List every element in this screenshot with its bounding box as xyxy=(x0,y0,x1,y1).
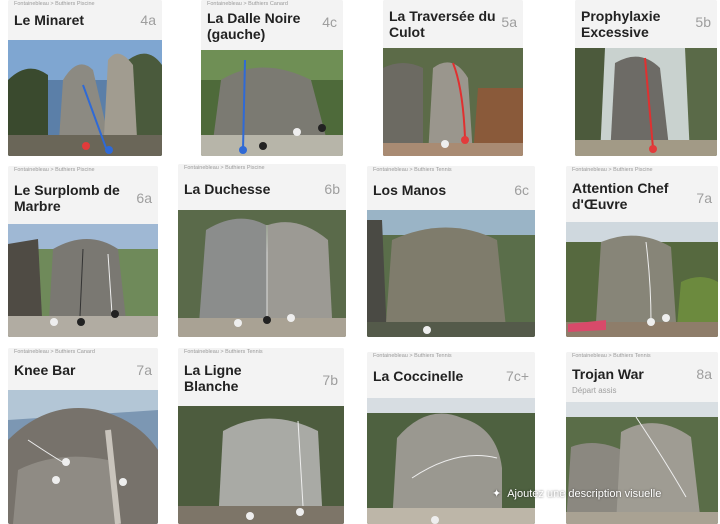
problem-title: Attention Chef d'Œuvre xyxy=(572,180,669,212)
boulder-card[interactable]: Fontainebleau > Buthiers Canard Knee Bar… xyxy=(8,348,158,524)
breadcrumb: Fontainebleau > Buthiers Piscine xyxy=(14,167,95,173)
grade-label: 4c xyxy=(322,14,337,30)
boulder-photo xyxy=(383,48,523,156)
problem-title: La Ligne Blanche xyxy=(184,362,242,394)
grade-label: 7b xyxy=(322,372,338,388)
boulder-photo xyxy=(8,390,158,524)
problem-title: Los Manos xyxy=(373,182,447,198)
alt-text-overlay[interactable]: ✦ Ajoutez une description visuelle xyxy=(492,487,661,500)
problem-title: Le Surplomb de Marbre xyxy=(14,182,120,214)
problem-title: La Coccinelle xyxy=(373,368,464,384)
breadcrumb: Fontainebleau > Buthiers Tennis xyxy=(184,349,263,355)
problem-title: Prophylaxie Excessive xyxy=(581,8,661,40)
boulder-card[interactable]: Fontainebleau > Buthiers Piscine Le Mina… xyxy=(8,0,162,156)
boulder-card[interactable]: Fontainebleau > Buthiers Tennis La Ligne… xyxy=(178,348,344,524)
breadcrumb: Fontainebleau > Buthiers Piscine xyxy=(14,1,95,7)
grade-label: 7c+ xyxy=(506,368,529,384)
problem-title: La Dalle Noire (gauche) xyxy=(207,10,301,42)
grade-label: 8a xyxy=(696,366,712,382)
grade-label: 6a xyxy=(136,190,152,206)
problem-title: Le Minaret xyxy=(14,12,85,28)
boulder-card[interactable]: Prophylaxie Excessive 5b xyxy=(575,0,717,156)
boulder-photo xyxy=(566,402,718,524)
sparkle-icon: ✦ xyxy=(492,488,502,500)
breadcrumb: Fontainebleau > Buthiers Tennis xyxy=(373,167,452,173)
boulder-card[interactable]: Fontainebleau > Buthiers Piscine Le Surp… xyxy=(8,166,158,337)
boulder-photo xyxy=(367,210,535,337)
grade-label: 6c xyxy=(514,182,529,198)
breadcrumb: Fontainebleau > Buthiers Canard xyxy=(14,349,95,355)
boulder-photo xyxy=(178,406,344,524)
breadcrumb: Fontainebleau > Buthiers Tennis xyxy=(572,353,651,359)
start-note: Départ assis xyxy=(572,386,617,395)
breadcrumb: Fontainebleau > Buthiers Canard xyxy=(207,1,288,7)
problem-title: La Traversée du Culot xyxy=(389,8,496,40)
grade-label: 6b xyxy=(324,181,340,197)
overlay-text: Ajoutez une description visuelle xyxy=(507,488,662,500)
boulder-card[interactable]: Fontainebleau > Buthiers Piscine La Duch… xyxy=(178,164,346,337)
problem-title: La Duchesse xyxy=(184,181,271,197)
breadcrumb: Fontainebleau > Buthiers Tennis xyxy=(373,353,452,359)
problem-title: Trojan War xyxy=(572,366,644,382)
boulder-photo xyxy=(178,210,346,337)
boulder-photo xyxy=(575,48,717,156)
grade-label: 5a xyxy=(501,14,517,30)
boulder-photo xyxy=(8,224,158,337)
grade-label: 4a xyxy=(140,12,156,28)
boulder-photo xyxy=(201,50,343,156)
boulder-card[interactable]: Fontainebleau > Buthiers Piscine Attenti… xyxy=(566,166,718,337)
breadcrumb: Fontainebleau > Buthiers Piscine xyxy=(184,165,265,171)
breadcrumb: Fontainebleau > Buthiers Piscine xyxy=(572,167,653,173)
boulder-photo xyxy=(8,40,162,156)
grade-label: 7a xyxy=(136,362,152,378)
boulder-card[interactable]: Fontainebleau > Buthiers Canard La Dalle… xyxy=(201,0,343,156)
boulder-card[interactable]: Fontainebleau > Buthiers Tennis Los Mano… xyxy=(367,166,535,337)
grade-label: 7a xyxy=(696,190,712,206)
grade-label: 5b xyxy=(695,14,711,30)
problem-title: Knee Bar xyxy=(14,362,76,378)
boulder-photo xyxy=(367,398,535,524)
boulder-card[interactable]: La Traversée du Culot 5a xyxy=(383,0,523,156)
boulder-photo xyxy=(566,222,718,337)
